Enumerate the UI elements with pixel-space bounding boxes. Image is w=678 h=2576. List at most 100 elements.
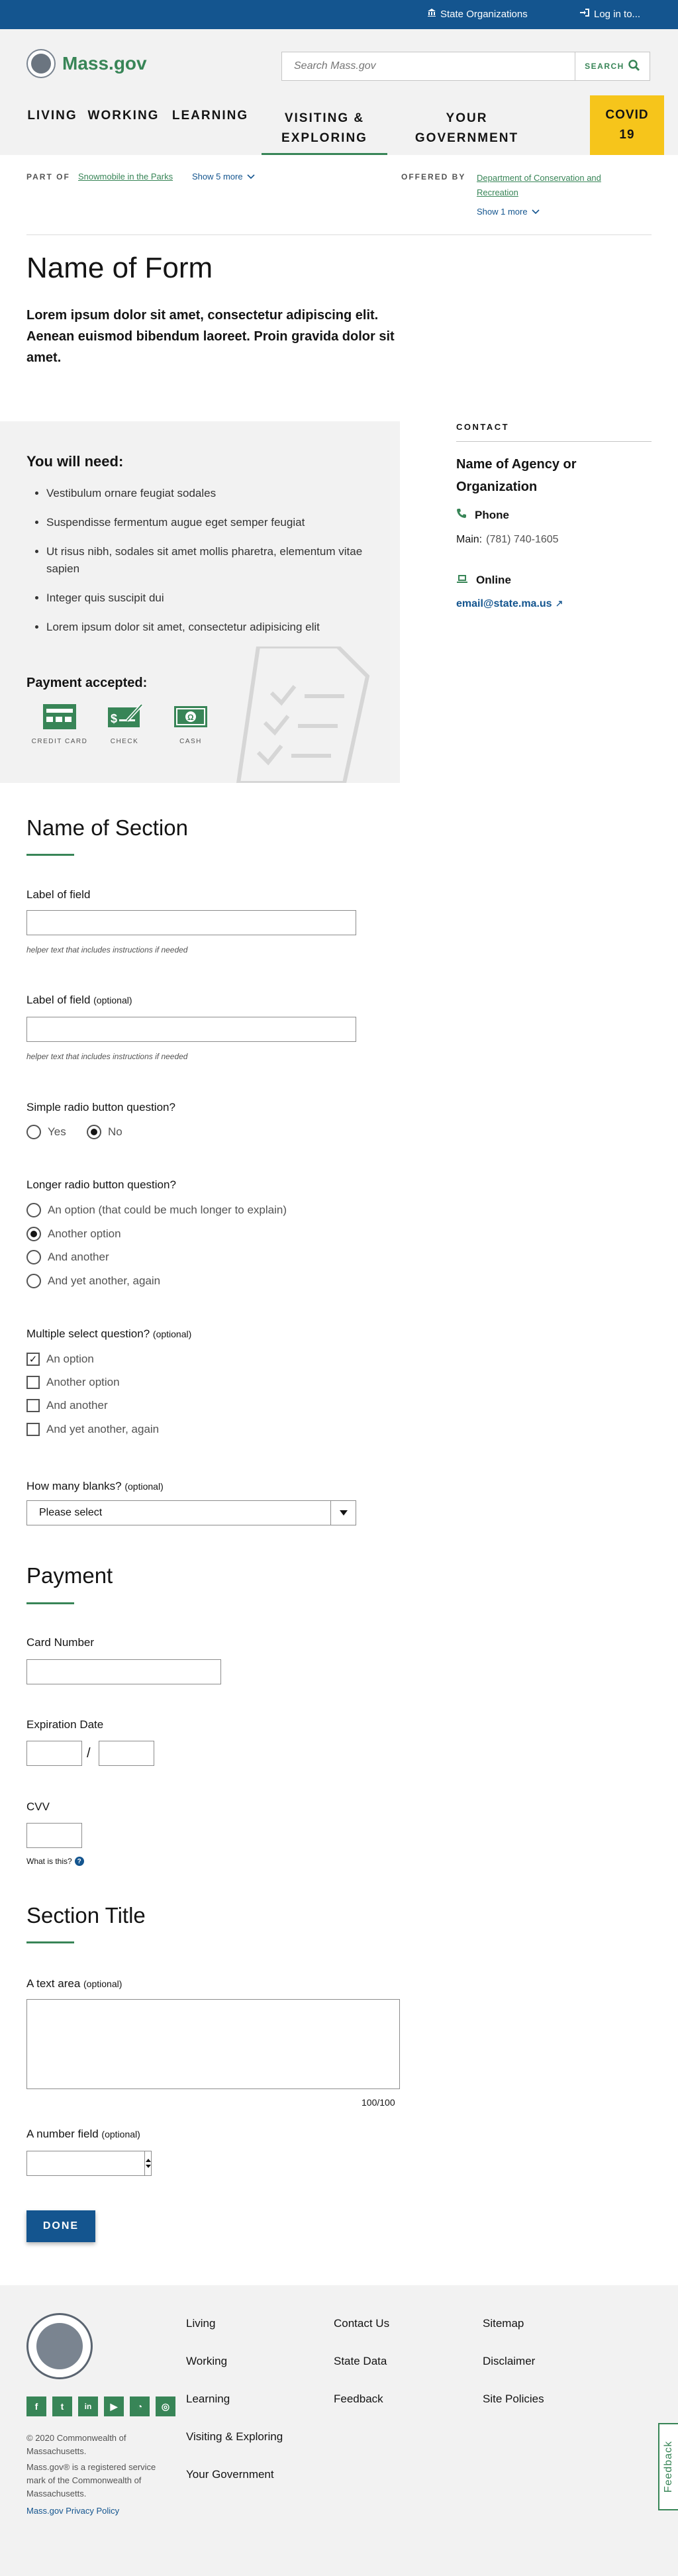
- page-lede: Lorem ipsum dolor sit amet, consectetur …: [26, 308, 395, 365]
- nav-learning[interactable]: LEARNING: [169, 98, 252, 123]
- radio-button[interactable]: [26, 1250, 41, 1264]
- cvv-input[interactable]: [26, 1823, 82, 1848]
- checkbox[interactable]: [26, 1399, 40, 1412]
- nav-working[interactable]: WORKING: [78, 98, 169, 123]
- twitter-icon[interactable]: t: [52, 2396, 72, 2416]
- text-area[interactable]: [26, 1999, 400, 2089]
- state-organizations-link[interactable]: State Organizations: [427, 8, 528, 20]
- checkbox-option-1[interactable]: ✓ An option: [26, 1353, 94, 1366]
- radio-option-yes[interactable]: Yes: [26, 1125, 66, 1139]
- search-input[interactable]: [282, 52, 575, 80]
- checkbox[interactable]: [26, 1423, 40, 1436]
- external-link-icon: [556, 598, 563, 610]
- cvv-help-link[interactable]: What is this? ?: [26, 1857, 84, 1866]
- part-of-link[interactable]: Snowmobile in the Parks: [78, 172, 173, 181]
- radio-long-option-2[interactable]: Another option: [26, 1227, 121, 1241]
- phone-number-link[interactable]: (781) 740-1605: [486, 534, 558, 546]
- credit-card-icon: [42, 703, 77, 730]
- chevron-down-icon: [532, 207, 540, 217]
- radio-button-selected[interactable]: [26, 1227, 41, 1241]
- nav-your-government[interactable]: YOUR GOVERNMENT: [404, 98, 530, 148]
- contact-email-link[interactable]: email@state.ma.us: [456, 598, 563, 610]
- footer-link-state-data[interactable]: State Data: [334, 2355, 387, 2368]
- radio-button[interactable]: [26, 1125, 41, 1139]
- blanks-label: How many blanks? (optional): [26, 1480, 164, 1492]
- card-number-label: Card Number: [26, 1636, 95, 1649]
- feedback-tab[interactable]: Feedback: [658, 2423, 678, 2510]
- search-button[interactable]: SEARCH: [575, 52, 650, 80]
- checkbox[interactable]: [26, 1376, 40, 1389]
- offered-by-label: OFFERED BY: [401, 172, 466, 181]
- checkbox-option-4[interactable]: And yet another, again: [26, 1423, 159, 1436]
- checkbox-option-2[interactable]: Another option: [26, 1376, 120, 1389]
- radio-button[interactable]: [26, 1203, 41, 1217]
- number-field[interactable]: [26, 2151, 152, 2176]
- footer-link-site-policies[interactable]: Site Policies: [483, 2393, 544, 2406]
- stepper-icon[interactable]: [144, 2151, 152, 2175]
- footer-link-sitemap[interactable]: Sitemap: [483, 2317, 524, 2330]
- expiration-year-input[interactable]: [99, 1741, 154, 1766]
- radio-long-option-3[interactable]: And another: [26, 1250, 109, 1264]
- field1-input[interactable]: [26, 910, 356, 935]
- linkedin-icon[interactable]: in: [78, 2396, 98, 2416]
- radio-option-no[interactable]: No: [87, 1125, 122, 1139]
- service-mark: Mass.gov® is a registered service mark o…: [26, 2462, 156, 2499]
- instagram-icon[interactable]: ◎: [156, 2396, 175, 2416]
- radio-button-selected[interactable]: [87, 1125, 101, 1139]
- footer-link-living[interactable]: Living: [186, 2317, 215, 2330]
- card-number-input[interactable]: [26, 1659, 221, 1684]
- youtube-icon[interactable]: ▶: [104, 2396, 124, 2416]
- requirements-list: Vestibulum ornare feugiat sodales Suspen…: [46, 485, 377, 648]
- nav-living[interactable]: LIVING: [26, 98, 78, 123]
- field1-helper: helper text that includes instructions i…: [26, 945, 188, 954]
- radio-long-option-1[interactable]: An option (that could be much longer to …: [26, 1203, 287, 1217]
- footer-link-disclaimer[interactable]: Disclaimer: [483, 2355, 535, 2368]
- nav-visiting-exploring[interactable]: VISITING & EXPLORING: [262, 98, 387, 155]
- state-seal-icon: [26, 49, 56, 78]
- part-of-show-more[interactable]: Show 5 more: [192, 172, 255, 181]
- footer-link-learning[interactable]: Learning: [186, 2393, 230, 2406]
- payment-accepted-title: Payment accepted:: [26, 676, 148, 690]
- site-logo[interactable]: Mass.gov: [26, 49, 147, 78]
- rss-icon[interactable]: ◔: [130, 2396, 150, 2416]
- phone-icon: [456, 508, 467, 522]
- help-icon: ?: [74, 1857, 84, 1866]
- page-title: Name of Form: [26, 252, 213, 284]
- main-nav: LIVING WORKING LEARNING VISITING & EXPLO…: [26, 98, 530, 155]
- footer-link-contact[interactable]: Contact Us: [334, 2317, 389, 2330]
- field2-label: Label of field (optional): [26, 994, 132, 1006]
- footer-link-working[interactable]: Working: [186, 2355, 227, 2368]
- footer-link-feedback[interactable]: Feedback: [334, 2393, 383, 2406]
- radio-button[interactable]: [26, 1274, 41, 1288]
- covid-19-button[interactable]: COVID 19: [590, 95, 664, 155]
- radio-long-option-4[interactable]: And yet another, again: [26, 1274, 160, 1288]
- state-seal-icon[interactable]: [26, 2313, 93, 2379]
- number-input[interactable]: [27, 2151, 144, 2175]
- checklist-illustration: [232, 644, 371, 786]
- expiration-month-input[interactable]: [26, 1741, 82, 1766]
- requirements-title: You will need:: [26, 453, 124, 470]
- privacy-policy-link[interactable]: Mass.gov Privacy Policy: [26, 2506, 119, 2516]
- requirements-box: You will need: Vestibulum ornare feugiat…: [0, 421, 400, 786]
- footer-link-visiting[interactable]: Visiting & Exploring: [186, 2430, 283, 2444]
- expiration-separator: /: [87, 1746, 91, 1761]
- login-link[interactable]: Log in to...: [579, 8, 640, 20]
- social-links: f t in ▶ ◔ ◎: [26, 2396, 175, 2416]
- blanks-select[interactable]: Please select: [26, 1500, 356, 1525]
- check-icon: $: [107, 703, 143, 730]
- done-button[interactable]: DONE: [26, 2210, 95, 2242]
- footer-link-government[interactable]: Your Government: [186, 2468, 274, 2481]
- search-icon: [628, 59, 640, 74]
- site-header: Mass.gov SEARCH LIVING WORKING LEARNING …: [0, 29, 678, 155]
- offered-by-show-more[interactable]: Show 1 more: [477, 207, 540, 217]
- checkbox-checked[interactable]: ✓: [26, 1353, 40, 1366]
- facebook-icon[interactable]: f: [26, 2396, 46, 2416]
- field2-helper: helper text that includes instructions i…: [26, 1052, 188, 1061]
- checkbox-option-3[interactable]: And another: [26, 1399, 108, 1412]
- chevron-down-icon: [247, 172, 255, 181]
- radio-simple-label: Simple radio button question?: [26, 1101, 175, 1113]
- site-search: SEARCH: [281, 52, 650, 81]
- contact-phone-main: Main: (781) 740-1605: [456, 534, 559, 546]
- offered-by-link[interactable]: Department of Conservation and Recreatio…: [477, 171, 601, 200]
- field2-input[interactable]: [26, 1017, 356, 1042]
